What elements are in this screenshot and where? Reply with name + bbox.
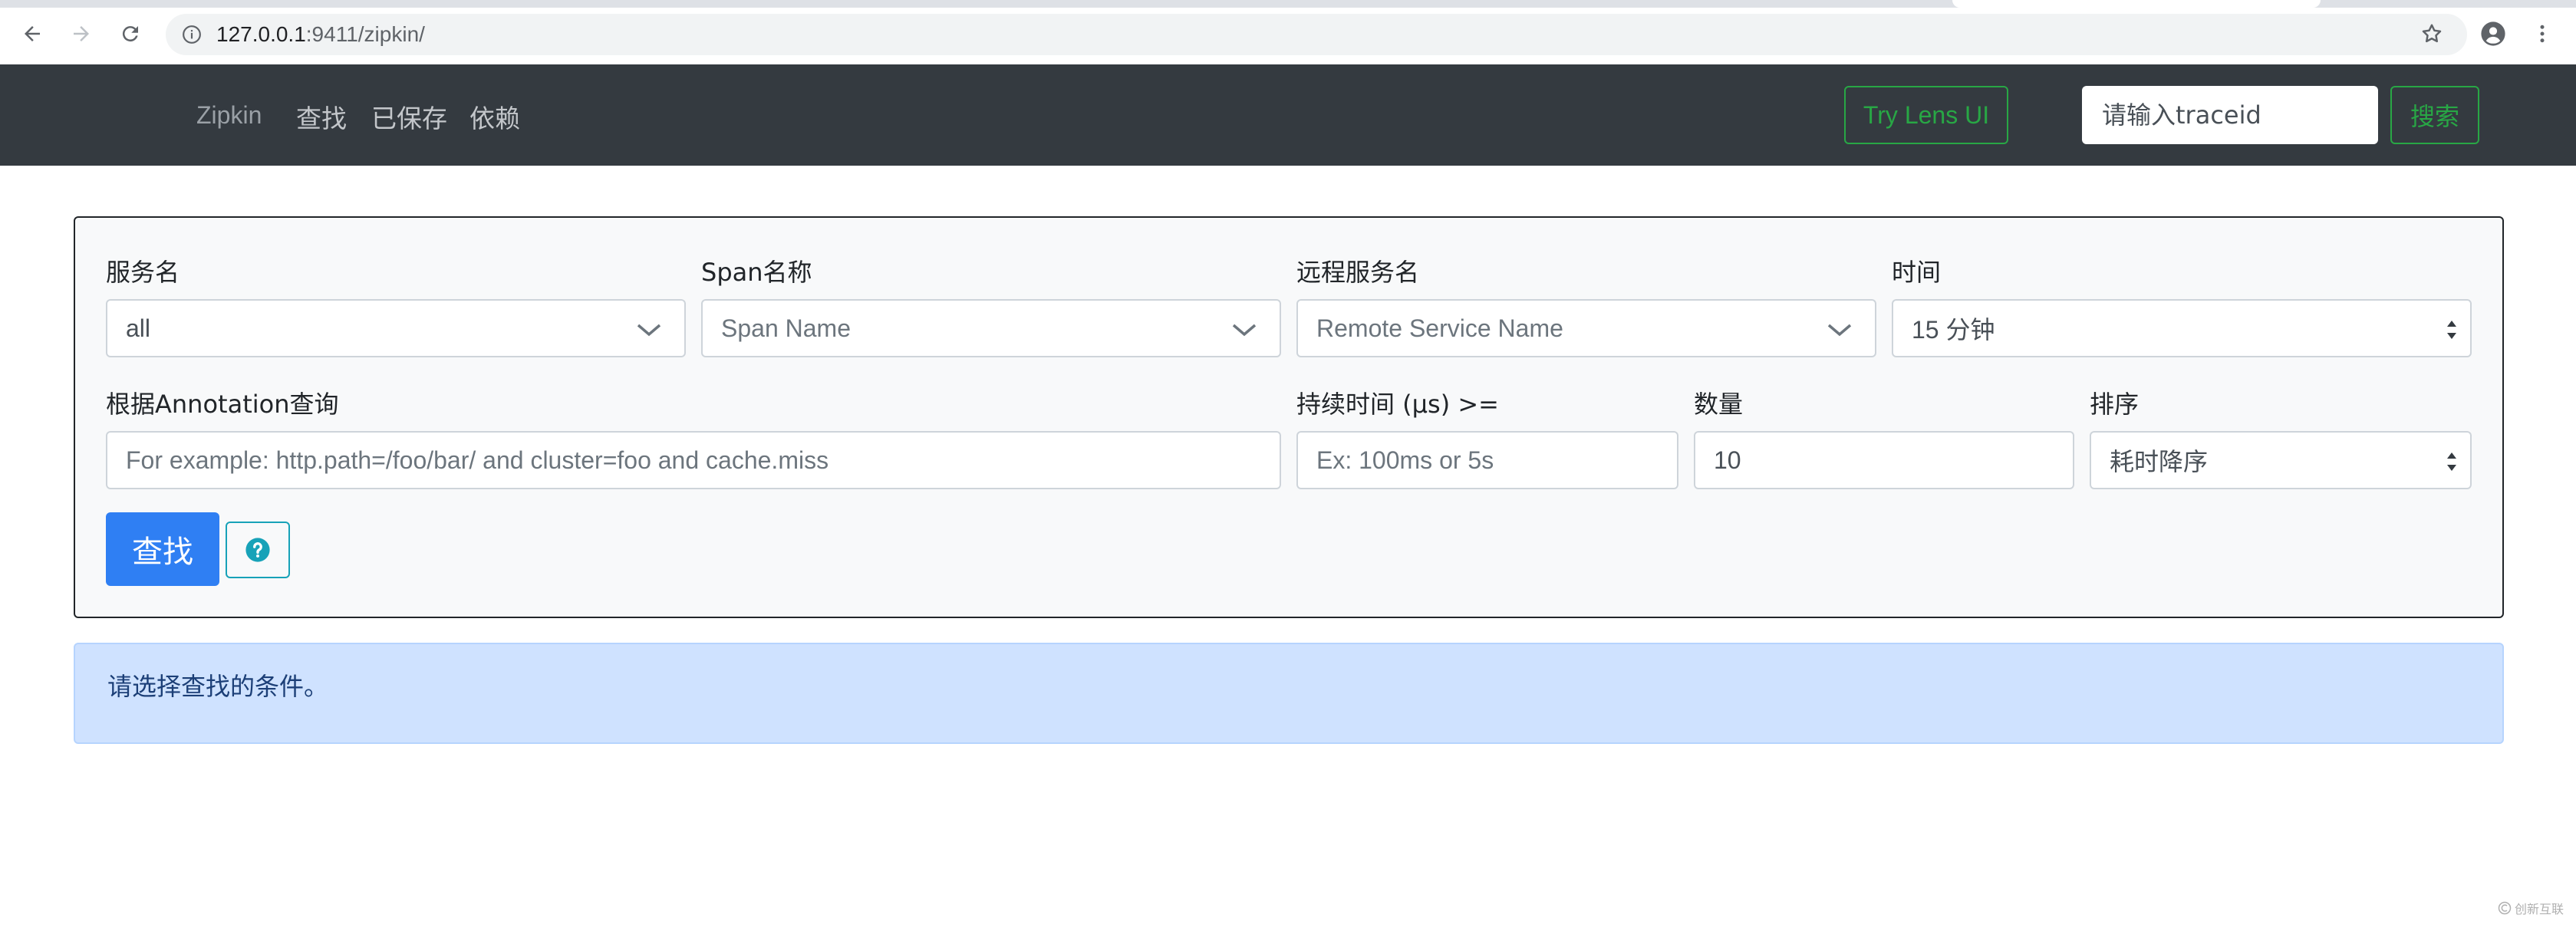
span-name-label: Span名称 xyxy=(701,258,812,287)
address-bar[interactable]: 127.0.0.1:9411/zipkin/ xyxy=(166,14,2467,55)
alert-message: 请选择查找的条件。 xyxy=(107,672,329,701)
limit-input[interactable] xyxy=(1694,431,2074,489)
remote-service-label: 远程服务名 xyxy=(1296,258,1420,287)
remote-service-select[interactable]: Remote Service Name xyxy=(1296,299,1876,357)
watermark-icon xyxy=(2498,901,2512,915)
service-name-value: all xyxy=(126,314,151,342)
service-name-select[interactable]: all xyxy=(106,299,686,357)
url-path: :9411/zipkin/ xyxy=(305,22,425,46)
time-select[interactable]: 15 分钟 xyxy=(1892,299,2472,357)
traceid-input[interactable] xyxy=(2082,86,2378,144)
sort-select[interactable]: 耗时降序 xyxy=(2090,431,2472,489)
chevron-down-icon xyxy=(1827,324,1852,337)
forward-icon[interactable] xyxy=(64,17,98,51)
active-tab[interactable] xyxy=(1952,0,2321,8)
search-form: 服务名 all Span名称 Span Name 远程服务名 Remote Se… xyxy=(74,216,2504,618)
tab-strip xyxy=(0,0,2576,8)
try-lens-ui-button[interactable]: Try Lens UI xyxy=(1844,86,2008,144)
nav-link-dependencies[interactable]: 依赖 xyxy=(469,98,520,135)
browser-toolbar: 127.0.0.1:9411/zipkin/ xyxy=(0,0,2576,64)
chevron-down-icon xyxy=(637,324,661,337)
back-icon[interactable] xyxy=(15,17,49,51)
watermark-text: 创新互联 xyxy=(2515,902,2564,916)
find-button[interactable]: 查找 xyxy=(106,512,219,586)
traceid-search-button[interactable]: 搜索 xyxy=(2390,86,2479,144)
annotation-query-input[interactable] xyxy=(106,431,1281,489)
span-name-select[interactable]: Span Name xyxy=(701,299,1281,357)
span-name-value: Span Name xyxy=(721,314,851,342)
info-icon[interactable] xyxy=(181,24,203,45)
url-text: 127.0.0.1:9411/zipkin/ xyxy=(216,22,425,47)
sort-label: 排序 xyxy=(2090,390,2140,419)
kebab-menu-icon[interactable] xyxy=(2525,17,2559,51)
url-host: 127.0.0.1 xyxy=(216,22,306,46)
time-value: 15 分钟 xyxy=(1912,316,1995,344)
min-duration-label: 持续时间 (μs) >= xyxy=(1296,390,1499,419)
min-duration-input[interactable] xyxy=(1296,431,1678,489)
sort-value: 耗时降序 xyxy=(2110,448,2209,476)
profile-avatar-icon[interactable] xyxy=(2476,17,2510,51)
info-alert: 请选择查找的条件。 xyxy=(74,643,2504,744)
reload-icon[interactable] xyxy=(114,17,147,51)
limit-label: 数量 xyxy=(1694,390,1744,419)
chevron-down-icon xyxy=(1232,324,1257,337)
service-name-label: 服务名 xyxy=(106,258,180,287)
watermark-logo: 创新互联 xyxy=(2498,899,2564,917)
help-button[interactable] xyxy=(226,522,290,578)
brand-logo[interactable]: Zipkin xyxy=(196,101,262,130)
nav-link-find[interactable]: 查找 xyxy=(296,98,347,135)
select-arrows-icon xyxy=(2447,452,2456,471)
select-arrows-icon xyxy=(2447,321,2456,339)
bookmark-star-icon[interactable] xyxy=(2415,17,2449,51)
annotation-query-label: 根据Annotation查询 xyxy=(106,390,339,419)
remote-service-value: Remote Service Name xyxy=(1316,314,1563,342)
app-navbar: Zipkin 查找 已保存 依赖 Try Lens UI 搜索 xyxy=(0,64,2576,166)
question-circle-icon xyxy=(245,538,270,562)
time-label: 时间 xyxy=(1892,258,1942,287)
nav-link-saved[interactable]: 已保存 xyxy=(371,98,447,135)
